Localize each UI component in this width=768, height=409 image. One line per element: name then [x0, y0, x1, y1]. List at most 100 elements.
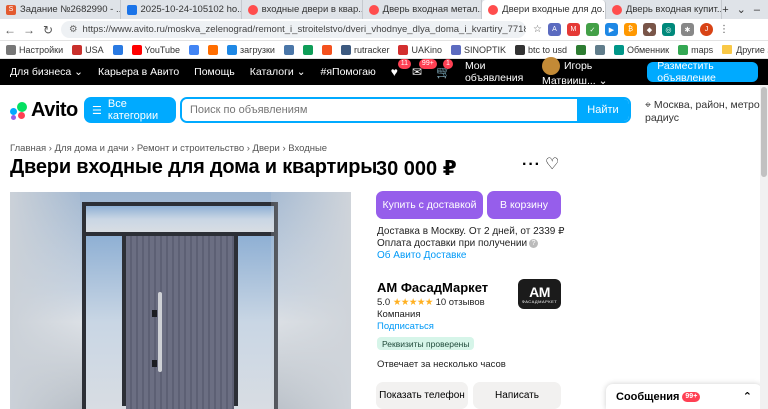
- puzzle-icon[interactable]: ✱: [680, 23, 694, 36]
- avito-logo[interactable]: Avito: [10, 99, 78, 122]
- bookmark-icon: [302, 44, 313, 55]
- browser-tab[interactable]: Дверь входная купит...✕: [606, 0, 723, 19]
- avito-logo-icon: [10, 101, 28, 120]
- extension-icon[interactable]: ▶: [604, 23, 618, 36]
- back-icon[interactable]: ←: [4, 23, 16, 37]
- extension-icon[interactable]: ◆: [642, 23, 656, 36]
- bookmark[interactable]: rutracker: [340, 44, 389, 55]
- search-button[interactable]: Найти: [577, 99, 629, 121]
- bookmark[interactable]: USA: [72, 44, 104, 55]
- bookmark[interactable]: maps: [678, 44, 713, 55]
- browser-tab-active[interactable]: Двери входные для до...✕: [482, 0, 606, 19]
- add-to-cart-button[interactable]: В корзину: [487, 191, 561, 219]
- bookmark[interactable]: SINOPTIK: [450, 44, 506, 55]
- messages-panel[interactable]: Сообщения 99+ ⌃: [606, 384, 762, 409]
- other-bookmarks[interactable]: Другие закладки: [722, 45, 768, 55]
- door-mullion: [234, 236, 238, 406]
- show-phone-button[interactable]: Показать телефон: [376, 382, 468, 409]
- buy-with-delivery-button[interactable]: Купить с доставкой: [376, 191, 483, 219]
- window-controls: + ⌄ –: [722, 0, 768, 19]
- seller-name[interactable]: АМ ФасадМаркет: [377, 280, 488, 295]
- other-bookmarks-label: Другие закладки: [736, 44, 768, 55]
- bookmark[interactable]: UAKino: [398, 44, 442, 55]
- more-icon[interactable]: ···: [522, 156, 541, 174]
- nav-label: Каталоги: [249, 66, 294, 78]
- badge-count: 99+: [418, 59, 437, 69]
- extension-icon[interactable]: A: [547, 23, 561, 36]
- messages-icon[interactable]: ✉ 99+: [412, 59, 437, 79]
- payment-text: Оплата доставки при получении: [377, 238, 528, 249]
- categories-label: Все категории: [107, 98, 159, 122]
- location-selector[interactable]: ⌖ Москва, район, метро, радиус: [645, 99, 763, 125]
- seller-rating[interactable]: 5.0 ★★★★★ 10 отзывов: [377, 297, 485, 308]
- user-menu[interactable]: Игорь Матвииш... ⌄: [541, 57, 633, 87]
- listing-photo[interactable]: [10, 192, 351, 409]
- cart-icon[interactable]: 🛒 1: [436, 59, 453, 79]
- address-bar: ← → ↻ ⚙ https://www.avito.ru/moskva_zele…: [0, 19, 768, 41]
- scrollbar-thumb[interactable]: [761, 87, 767, 177]
- browser-tab[interactable]: Дверь входная метал...✕: [363, 0, 483, 19]
- bookmark[interactable]: btc to usd: [515, 44, 567, 55]
- favorite-heart-icon[interactable]: ♡: [545, 154, 559, 174]
- reload-icon[interactable]: ↻: [42, 23, 54, 37]
- photo-blur-right: [271, 192, 351, 409]
- youtube-icon: [131, 44, 142, 55]
- bookmark[interactable]: [283, 44, 294, 55]
- about-delivery-link[interactable]: Об Авито Доставке: [377, 250, 467, 261]
- bookmark[interactable]: Настройки: [6, 44, 63, 55]
- bookmark[interactable]: загрузки: [227, 44, 275, 55]
- bookmark-label: SINOPTIK: [463, 44, 506, 55]
- nav-help-campaign[interactable]: #яПомогаю: [321, 66, 376, 78]
- nav-label: Для бизнеса: [10, 66, 72, 78]
- extension-icon[interactable]: ◎: [661, 23, 675, 36]
- info-icon[interactable]: ?: [529, 238, 539, 248]
- nav-career[interactable]: Карьера в Авито: [98, 66, 179, 78]
- logo-text: Avito: [31, 99, 78, 121]
- seller-logo[interactable]: AM ФАСАДМАРКЕТ: [518, 279, 561, 309]
- search-input[interactable]: [182, 99, 577, 121]
- browser-tab[interactable]: SЗадание №2682990 - ...✕: [0, 0, 121, 19]
- bookmark[interactable]: [321, 44, 332, 55]
- bookmark[interactable]: [112, 44, 123, 55]
- site-info-icon[interactable]: ⚙: [69, 24, 78, 35]
- chevron-up-icon[interactable]: ⌃: [743, 390, 752, 403]
- extension-icon[interactable]: ✓: [585, 23, 599, 36]
- all-categories-button[interactable]: ☰ Все категории: [84, 97, 176, 123]
- toolbar-extensions: ☆ A M ✓ ▶ ₿ ◆ ◎ ✱ J ⋮: [533, 23, 729, 36]
- bookmark[interactable]: [189, 44, 200, 55]
- extension-icon[interactable]: M: [566, 23, 580, 36]
- profile-avatar[interactable]: J: [699, 23, 713, 36]
- extension-icon[interactable]: ₿: [623, 23, 637, 36]
- bookmark[interactable]: YouTube: [131, 44, 180, 55]
- bookmark-label: Обменник: [627, 44, 670, 55]
- bookmark[interactable]: [208, 44, 219, 55]
- forward-icon[interactable]: →: [23, 23, 35, 37]
- scrollbar[interactable]: [760, 85, 768, 409]
- browser-tab[interactable]: входные двери в квар...✕: [242, 0, 363, 19]
- tab-search-icon[interactable]: ⌄: [737, 3, 746, 16]
- weather-icon: [450, 44, 461, 55]
- star-icon: ★★★★★: [392, 297, 434, 308]
- verified-badge: Реквизиты проверены: [377, 337, 475, 350]
- minimize-icon[interactable]: –: [754, 4, 760, 16]
- post-ad-button[interactable]: Разместить объявление: [647, 60, 758, 84]
- nav-catalogs[interactable]: Каталоги ⌄: [250, 66, 306, 78]
- new-tab-icon[interactable]: +: [722, 4, 728, 16]
- star-icon[interactable]: ☆: [533, 24, 542, 35]
- my-ads-link[interactable]: Мои объявления: [465, 60, 528, 84]
- bookmark[interactable]: [576, 44, 587, 55]
- favorites-heart-icon[interactable]: ♥ 11: [391, 59, 412, 79]
- bookmark[interactable]: [595, 44, 606, 55]
- bookmark-label: USA: [85, 44, 104, 55]
- nav-help[interactable]: Помощь: [194, 66, 235, 78]
- url-input[interactable]: ⚙ https://www.avito.ru/moskva_zelenograd…: [61, 21, 526, 38]
- tab-favicon: [488, 4, 499, 15]
- subscribe-link[interactable]: Подписаться: [377, 321, 434, 332]
- bookmark[interactable]: Обменник: [614, 44, 670, 55]
- bookmark[interactable]: [302, 44, 313, 55]
- write-message-button[interactable]: Написать: [473, 382, 561, 409]
- nav-business[interactable]: Для бизнеса ⌄: [10, 66, 83, 78]
- breadcrumb[interactable]: Главная › Для дома и дачи › Ремонт и стр…: [10, 143, 327, 154]
- menu-icon[interactable]: ⋮: [719, 24, 729, 35]
- browser-tab[interactable]: 2025-10-24-105102 ho...✕: [121, 0, 242, 19]
